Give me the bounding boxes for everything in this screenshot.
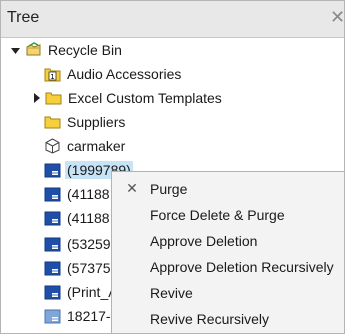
cube-icon xyxy=(44,138,61,154)
tree-label: Recycle Bin xyxy=(48,42,122,58)
menu-item-revive-recursively[interactable]: Revive Recursively xyxy=(112,306,344,332)
menu-item-label: Purge xyxy=(150,181,188,197)
close-icon[interactable]: ✕ xyxy=(330,8,344,28)
menu-item-purge[interactable]: ✕ Purge xyxy=(112,176,344,202)
panel-header: Tree ✕ xyxy=(1,1,344,38)
tree-node[interactable]: Excel Custom Templates xyxy=(32,87,224,109)
tree-node[interactable]: (41188 xyxy=(44,183,112,205)
close-x-icon: ✕ xyxy=(126,181,138,197)
tree-node[interactable]: 18217- xyxy=(44,305,113,327)
tree-node[interactable]: (53259 xyxy=(44,233,113,255)
tree-node[interactable]: carmaker xyxy=(44,135,127,157)
svg-text:1: 1 xyxy=(50,73,54,81)
tree-label: (41188 xyxy=(67,186,110,202)
menu-item-label: Approve Deletion xyxy=(150,233,258,249)
tree-label: (57375 xyxy=(67,260,111,276)
tree-node[interactable]: 1 Audio Accessories xyxy=(44,63,183,85)
collapse-arrow-icon[interactable] xyxy=(32,93,41,103)
tree-label: Excel Custom Templates xyxy=(68,90,222,106)
menu-item-force-delete-purge[interactable]: Force Delete & Purge xyxy=(112,202,344,228)
menu-item-label: Approve Deletion Recursively xyxy=(150,259,334,275)
menu-item-revive[interactable]: Revive xyxy=(112,280,344,306)
tree-label: 18217- xyxy=(67,308,111,324)
menu-item-label: Force Delete & Purge xyxy=(150,207,285,223)
menu-item-label: Revive xyxy=(150,285,193,301)
folder-icon xyxy=(45,90,62,106)
tree-label: Suppliers xyxy=(67,114,126,130)
tree-label: (41188 xyxy=(67,210,110,226)
numbered-folder-icon: 1 xyxy=(44,66,61,82)
menu-item-approve-deletion-recursively[interactable]: Approve Deletion Recursively xyxy=(112,254,344,280)
database-icon xyxy=(44,284,61,300)
expand-arrow-icon[interactable] xyxy=(11,46,20,55)
database-icon xyxy=(44,236,61,252)
database-icon xyxy=(44,210,61,226)
tree-panel: Tree ✕ Recycle Bin 1 Audio Accessories E… xyxy=(0,0,345,334)
tree-node[interactable]: (41188 xyxy=(44,207,112,229)
folder-icon xyxy=(44,114,61,130)
tree-node-recycle-bin[interactable]: Recycle Bin xyxy=(11,39,124,61)
context-menu: ✕ Purge Force Delete & Purge Approve Del… xyxy=(111,171,344,333)
tree-node[interactable]: (57375 xyxy=(44,257,113,279)
tree-label: carmaker xyxy=(67,138,126,154)
panel-title: Tree xyxy=(7,9,40,26)
tree-node[interactable]: Suppliers xyxy=(44,111,127,133)
database-light-icon xyxy=(44,308,61,324)
tree-label: (53259 xyxy=(67,236,111,252)
database-icon xyxy=(44,260,61,276)
database-icon xyxy=(44,186,61,202)
database-icon xyxy=(44,162,61,178)
recycle-bin-icon xyxy=(25,42,42,58)
tree-node[interactable]: (Print_A xyxy=(44,281,120,303)
tree-label: Audio Accessories xyxy=(67,66,182,82)
menu-item-label: Revive Recursively xyxy=(150,311,270,327)
menu-item-approve-deletion[interactable]: Approve Deletion xyxy=(112,228,344,254)
